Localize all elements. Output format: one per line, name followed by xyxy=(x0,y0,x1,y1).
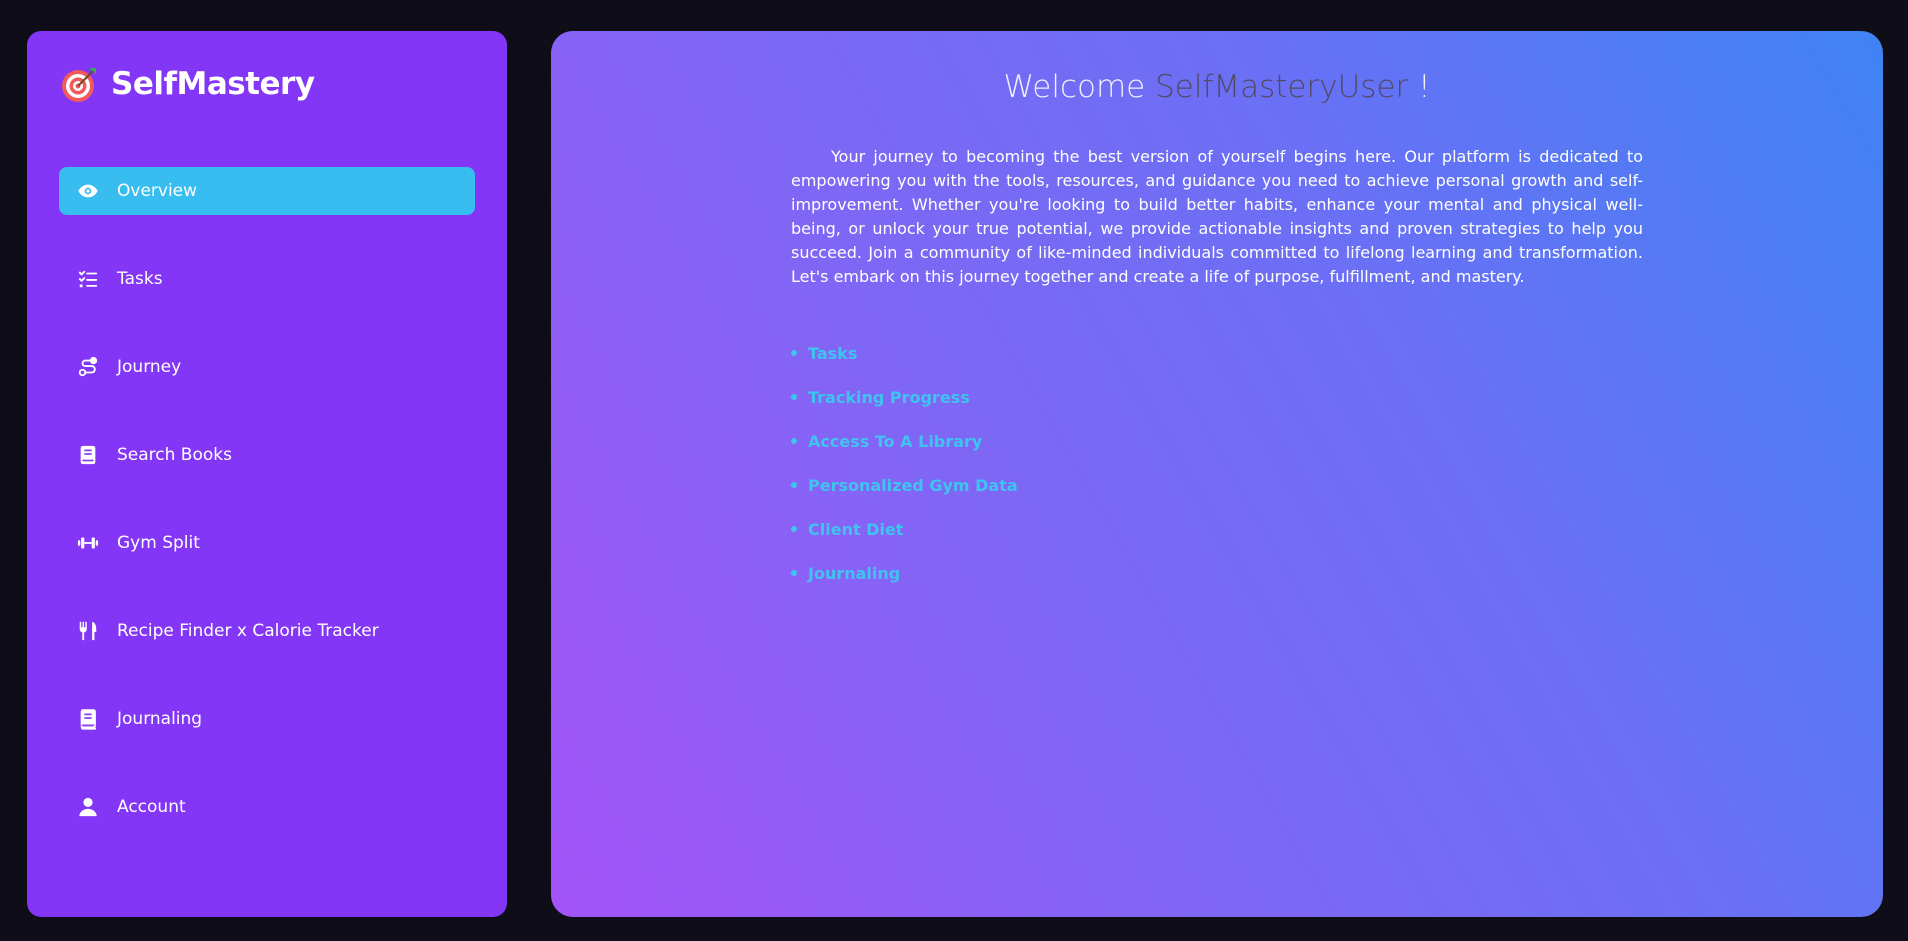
list-item: Personalized Gym Data xyxy=(791,463,1018,507)
username: SelfMasteryUser xyxy=(1155,69,1409,105)
welcome-suffix: ! xyxy=(1418,69,1431,105)
list-item: Client Diet xyxy=(791,507,1018,551)
dumbbell-icon xyxy=(77,532,99,554)
feature-label: Tracking Progress xyxy=(808,387,970,407)
route-icon xyxy=(77,356,99,378)
sidebar-item-journey[interactable]: Journey xyxy=(59,343,475,391)
feature-list: Tasks Tracking Progress Access To A Libr… xyxy=(791,331,1018,595)
feature-label: Journaling xyxy=(808,563,901,583)
bullet-icon xyxy=(791,438,797,444)
sidebar: SelfMastery Overview Tasks Journey Searc… xyxy=(27,31,507,917)
sidebar-item-label: Account xyxy=(117,797,186,817)
feature-label: Client Diet xyxy=(808,519,904,539)
bullet-icon xyxy=(791,350,797,356)
list-item: Tracking Progress xyxy=(791,375,1018,419)
feature-label: Personalized Gym Data xyxy=(808,475,1018,495)
sidebar-item-tasks[interactable]: Tasks xyxy=(59,255,475,303)
user-icon xyxy=(77,796,99,818)
journal-icon xyxy=(77,708,99,730)
brand[interactable]: SelfMastery xyxy=(59,63,315,105)
sidebar-item-journaling[interactable]: Journaling xyxy=(59,695,475,743)
sidebar-item-label: Search Books xyxy=(117,445,232,465)
target-icon xyxy=(62,68,96,102)
welcome-prefix: Welcome xyxy=(1003,69,1146,105)
sidebar-item-gym-split[interactable]: Gym Split xyxy=(59,519,475,567)
bullet-icon xyxy=(791,482,797,488)
utensils-icon xyxy=(77,620,99,642)
sidebar-item-label: Gym Split xyxy=(117,533,200,553)
brand-name: SelfMastery xyxy=(111,66,315,102)
sidebar-item-overview[interactable]: Overview xyxy=(59,167,475,215)
checklist-icon xyxy=(77,268,99,290)
list-item: Access To A Library xyxy=(791,419,1018,463)
list-item: Tasks xyxy=(791,331,1018,375)
main-panel: Welcome SelfMasteryUser ! Your journey t… xyxy=(551,31,1883,917)
bullet-icon xyxy=(791,526,797,532)
sidebar-item-label: Overview xyxy=(117,181,198,201)
sidebar-item-label: Journaling xyxy=(117,709,203,729)
bullet-icon xyxy=(791,570,797,576)
eye-icon xyxy=(77,180,99,202)
list-item: Journaling xyxy=(791,551,1018,595)
page-title: Welcome SelfMasteryUser ! xyxy=(551,69,1883,105)
sidebar-item-account[interactable]: Account xyxy=(59,783,475,831)
feature-label: Tasks xyxy=(808,343,858,363)
feature-label: Access To A Library xyxy=(808,431,983,451)
book-icon xyxy=(77,444,99,466)
sidebar-item-label: Journey xyxy=(117,357,182,377)
bullet-icon xyxy=(791,394,797,400)
sidebar-item-label: Recipe Finder x Calorie Tracker xyxy=(117,621,379,641)
sidebar-item-search-books[interactable]: Search Books xyxy=(59,431,475,479)
intro-paragraph: Your journey to becoming the best versio… xyxy=(791,147,1643,286)
sidebar-item-label: Tasks xyxy=(117,269,163,289)
sidebar-item-recipe-finder[interactable]: Recipe Finder x Calorie Tracker xyxy=(59,607,475,655)
